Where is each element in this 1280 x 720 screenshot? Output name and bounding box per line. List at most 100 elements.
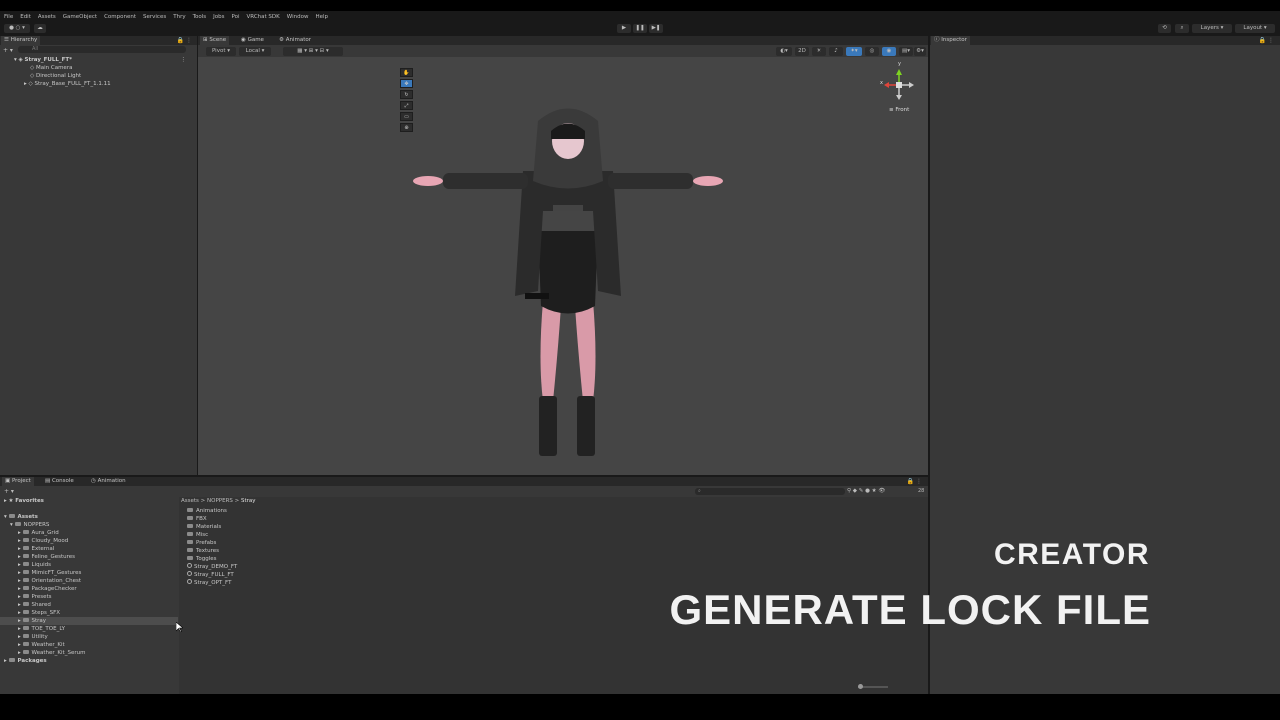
tab-hierarchy[interactable]: ☰ Hierarchy xyxy=(1,36,41,45)
effects-icon[interactable]: ✦▾ xyxy=(846,47,862,56)
hierarchy-item[interactable]: ◇ Directional Light xyxy=(0,72,190,80)
layout-dropdown[interactable]: Layout ▾ xyxy=(1235,24,1275,33)
folder-tree-item[interactable]: ▸ Liquids xyxy=(0,561,178,569)
folder-tree-item[interactable]: ▸ Aura_Grid xyxy=(0,529,178,537)
assets-root-row[interactable]: ▾ Assets xyxy=(4,513,38,521)
tab-animator[interactable]: ⚙ Animator xyxy=(276,36,314,45)
lock-icon[interactable]: 🔒 ⋮ xyxy=(177,37,192,44)
asset-item[interactable]: Stray_FULL_FT xyxy=(187,571,234,579)
gizmos-icon[interactable]: ◉ xyxy=(882,47,896,56)
scene-panel: ⊞ Scene ◉ Game ⚙ Animator Pivot ▾ Local ▾ … xyxy=(198,36,928,475)
hierarchy-item[interactable]: ◇ Main Camera xyxy=(0,64,190,72)
asset-item[interactable]: Stray_DEMO_FT xyxy=(187,563,237,571)
menu-item-tools[interactable]: Tools xyxy=(193,14,207,20)
play-button[interactable]: ▶ xyxy=(617,24,631,33)
breadcrumb-item[interactable]: NOPPERS xyxy=(207,498,233,504)
tab-animation[interactable]: ◷ Animation xyxy=(88,477,129,486)
folder-tree-item[interactable]: ▸ MimicFT_Gestures xyxy=(0,569,178,577)
gizmo-view-label[interactable]: ≡ Front xyxy=(889,107,909,113)
asset-item[interactable]: FBX xyxy=(187,515,207,523)
camera-settings-icon[interactable]: ▤▾ xyxy=(899,47,913,56)
add-icon[interactable]: + ▾ xyxy=(3,47,13,54)
mode-2d-button[interactable]: 2D xyxy=(795,47,809,56)
inspector-lock-icon[interactable]: 🔒 ⋮ xyxy=(1259,37,1274,44)
audio-icon[interactable]: ♪ xyxy=(829,47,843,56)
menu-item-poi[interactable]: Poi xyxy=(232,14,240,20)
local-toggle[interactable]: Local ▾ xyxy=(239,47,271,56)
tab-inspector[interactable]: ⓘ Inspector xyxy=(931,36,970,45)
account-button[interactable]: ● ○ ▾ xyxy=(4,24,30,33)
move-tool-icon[interactable]: ✥ xyxy=(400,79,413,88)
layers-dropdown[interactable]: Layers ▾ xyxy=(1192,24,1232,33)
hierarchy-search-input[interactable]: All xyxy=(18,46,186,53)
menu-item-assets[interactable]: Assets xyxy=(38,14,56,20)
tab-console[interactable]: ▤ Console xyxy=(42,477,77,486)
asset-item[interactable]: Animations xyxy=(187,507,227,515)
asset-item[interactable]: Stray_OPT_FT xyxy=(187,579,231,587)
menu-item-vrchat-sdk[interactable]: VRChat SDK xyxy=(247,14,280,20)
menu-item-services[interactable]: Services xyxy=(143,14,166,20)
zoom-slider-handle[interactable] xyxy=(858,684,863,689)
character-model[interactable] xyxy=(403,101,733,471)
asset-item[interactable]: Toggles xyxy=(187,555,217,563)
menu-item-edit[interactable]: Edit xyxy=(20,14,31,20)
menu-item-gameobject[interactable]: GameObject xyxy=(63,14,97,20)
tab-scene[interactable]: ⊞ Scene xyxy=(200,36,230,45)
folder-label: Orientation_Chest xyxy=(31,578,82,584)
menu-item-component[interactable]: Component xyxy=(104,14,136,20)
pivot-toggle[interactable]: Pivot ▾ xyxy=(206,47,236,56)
project-lock-icon[interactable]: 🔒 ⋮ xyxy=(907,478,922,485)
draw-mode-icon[interactable]: ◐▾ xyxy=(776,47,792,56)
create-asset-button[interactable]: + ▾ xyxy=(4,488,14,495)
tab-project[interactable]: ▣ Project xyxy=(2,477,34,486)
pause-button[interactable]: ❚❚ xyxy=(633,24,647,33)
menu-item-help[interactable]: Help xyxy=(315,14,328,20)
folder-tree-item[interactable]: ▸ TOE_TOE_LY xyxy=(0,625,178,633)
folder-tree-item[interactable]: ▸ Shared xyxy=(0,601,178,609)
folder-icon xyxy=(22,609,29,614)
project-search-input[interactable]: ⌕ xyxy=(695,488,845,495)
step-button[interactable]: ▶❚ xyxy=(649,24,663,33)
menu-item-jobs[interactable]: Jobs xyxy=(213,14,224,20)
favorites-row[interactable]: ▸ ★ Favorites xyxy=(4,497,44,505)
folder-tree-item[interactable]: ▸ External xyxy=(0,545,178,553)
asset-label: Stray_FULL_FT xyxy=(194,572,234,578)
scene-settings-icon[interactable]: ⚙▾ xyxy=(914,47,926,56)
orientation-gizmo[interactable]: x y xyxy=(878,61,918,106)
breadcrumb-item[interactable]: Assets xyxy=(181,498,199,504)
hierarchy-item[interactable]: ▸ ◇ Stray_Base_FULL_FT_1.1.11 xyxy=(0,80,190,88)
zoom-slider[interactable] xyxy=(858,684,888,689)
menu-item-window[interactable]: Window xyxy=(287,14,309,20)
breadcrumb-separator: > xyxy=(198,498,208,504)
folder-tree-item[interactable]: ▸ Utility xyxy=(0,633,178,641)
asset-item[interactable]: Textures xyxy=(187,547,219,555)
folder-tree-item[interactable]: ▸ Presets xyxy=(0,593,178,601)
packages-row[interactable]: ▸ Packages xyxy=(4,657,47,665)
asset-item[interactable]: Materials xyxy=(187,523,221,531)
tab-game[interactable]: ◉ Game xyxy=(238,36,267,45)
folder-tree-item[interactable]: ▸ PackageChecker xyxy=(0,585,178,593)
folder-tree-item[interactable]: ▸ Orientation_Chest xyxy=(0,577,178,585)
project-filter-icons[interactable]: ⚲ ◆ ✎ ● ★ 👁 xyxy=(847,488,885,494)
search-icon[interactable]: ⌕ xyxy=(1175,24,1189,33)
folder-tree-item[interactable]: ▸ Steps_SFX xyxy=(0,609,178,617)
folder-tree-item[interactable]: ▸ Stray xyxy=(0,617,178,625)
asset-item[interactable]: Prefabs xyxy=(187,539,216,547)
folder-tree-item[interactable]: ▸ Weather_Kit xyxy=(0,641,178,649)
noppers-folder-row[interactable]: ▾ NOPPERS xyxy=(10,521,49,529)
view-tool-hand-icon[interactable]: ✋ xyxy=(400,68,413,77)
asset-item[interactable]: Misc xyxy=(187,531,208,539)
folder-tree-item[interactable]: ▸ Cloudy_Mood xyxy=(0,537,178,545)
history-icon[interactable]: ⟲ xyxy=(1158,24,1171,33)
folder-tree-item[interactable]: ▸ Feline_Gestures xyxy=(0,553,178,561)
scene-root-row[interactable]: ▾ ◈ Stray_FULL_FT* ⋮ xyxy=(0,56,190,64)
lighting-icon[interactable]: ☀ xyxy=(812,47,826,56)
hidden-objects-icon[interactable]: ◎ xyxy=(865,47,879,56)
menu-item-thry[interactable]: Thry xyxy=(173,14,185,20)
grid-snapping-tools[interactable]: ▦ ▾ ⊞ ▾ ⊟ ▾ xyxy=(283,47,343,56)
menu-item-file[interactable]: File xyxy=(4,14,13,20)
cloud-icon[interactable]: ☁ xyxy=(34,24,46,33)
rotate-tool-icon[interactable]: ↻ xyxy=(400,90,413,99)
folder-tree-item[interactable]: ▸ Weather_Kit_Serum xyxy=(0,649,178,657)
breadcrumb-item[interactable]: Stray xyxy=(241,498,256,504)
